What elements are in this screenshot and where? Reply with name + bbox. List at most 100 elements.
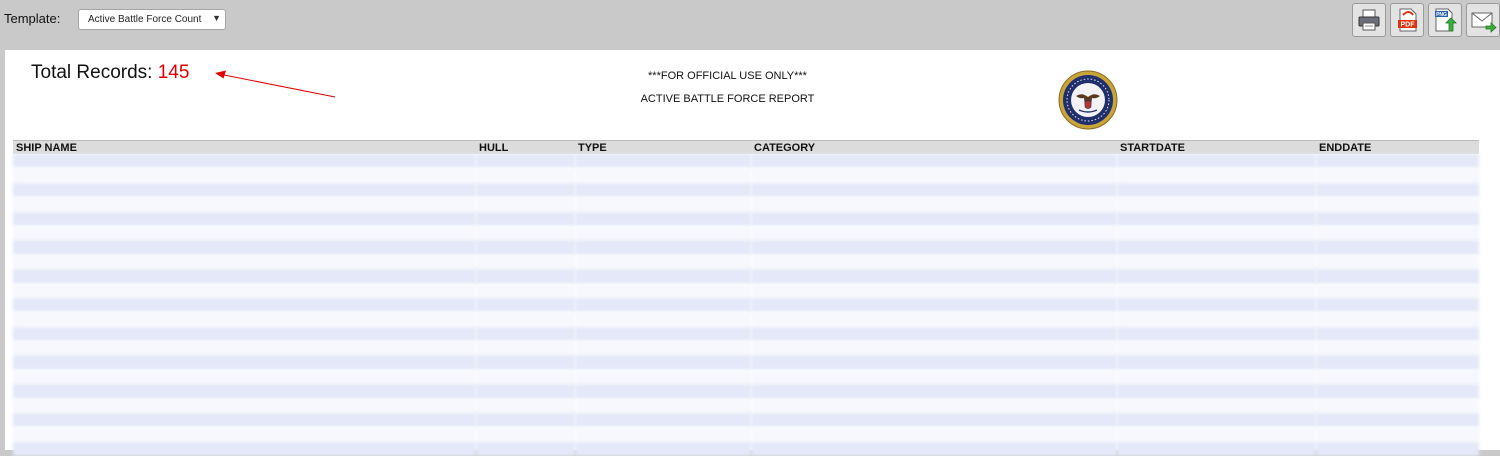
classification-banner: ***FOR OFFICIAL USE ONLY*** xyxy=(648,70,807,82)
template-select[interactable]: Active Battle Force Count ▼ xyxy=(78,9,226,30)
table-cell xyxy=(476,254,575,270)
table-cell xyxy=(1316,168,1479,183)
column-header-type[interactable]: TYPE xyxy=(575,140,751,154)
export-pdf-button[interactable]: PDF xyxy=(1390,3,1424,37)
table-row[interactable] xyxy=(13,384,1479,399)
table-cell xyxy=(1117,197,1316,212)
table-row[interactable] xyxy=(13,341,1479,356)
table-cell xyxy=(1316,384,1479,399)
table-cell xyxy=(751,197,1117,212)
print-button[interactable] xyxy=(1352,3,1386,37)
table-cell xyxy=(1316,197,1479,212)
table-cell xyxy=(1316,269,1479,284)
table-cell xyxy=(1117,326,1316,342)
table-cell xyxy=(575,225,751,241)
table-cell xyxy=(1316,413,1479,428)
table-row[interactable] xyxy=(13,254,1479,270)
column-header-hull[interactable]: HULL xyxy=(476,140,575,154)
table-cell xyxy=(1117,225,1316,241)
table-cell xyxy=(575,312,751,327)
email-button[interactable] xyxy=(1466,3,1500,37)
table-cell xyxy=(751,297,1117,313)
table-cell xyxy=(1316,312,1479,327)
table-cell xyxy=(13,182,476,198)
table-cell xyxy=(476,297,575,313)
table-row[interactable] xyxy=(13,211,1479,226)
table-cell xyxy=(1117,413,1316,428)
table-cell xyxy=(751,326,1117,342)
table-cell xyxy=(476,168,575,183)
table-row[interactable] xyxy=(13,427,1479,442)
table-cell xyxy=(1316,182,1479,198)
table-cell xyxy=(751,211,1117,226)
table-cell xyxy=(476,441,575,456)
table-cell xyxy=(13,413,476,428)
table-cell xyxy=(13,283,476,298)
column-header-category[interactable]: CATEGORY xyxy=(751,140,1117,154)
pdf-icon-text: PDF xyxy=(1401,22,1416,29)
table-cell xyxy=(1117,269,1316,284)
table-cell xyxy=(13,240,476,255)
table-cell xyxy=(13,154,476,169)
table-row[interactable] xyxy=(13,398,1479,414)
table-row[interactable] xyxy=(13,413,1479,428)
table-cell xyxy=(751,283,1117,298)
envelope-icon xyxy=(1471,12,1497,33)
table-cell xyxy=(751,240,1117,255)
column-header-startdate[interactable]: STARTDATE xyxy=(1117,140,1316,154)
table-cell xyxy=(575,269,751,284)
table-row[interactable] xyxy=(13,182,1479,198)
table-cell xyxy=(1316,441,1479,456)
table-cell xyxy=(13,441,476,456)
column-header-enddate[interactable]: ENDDATE xyxy=(1316,140,1479,154)
table-cell xyxy=(575,182,751,198)
table-body xyxy=(13,154,1479,456)
table-row[interactable] xyxy=(13,355,1479,370)
table-cell xyxy=(476,154,575,169)
table-cell xyxy=(751,154,1117,169)
template-label: Template: xyxy=(4,11,61,26)
table-cell xyxy=(575,369,751,385)
table-cell xyxy=(1316,355,1479,370)
table-row[interactable] xyxy=(13,312,1479,327)
table-row[interactable] xyxy=(13,441,1479,456)
table-row[interactable] xyxy=(13,297,1479,313)
table-cell xyxy=(476,398,575,414)
table-row[interactable] xyxy=(13,369,1479,385)
table-cell xyxy=(575,355,751,370)
table-cell xyxy=(575,297,751,313)
table-cell xyxy=(1316,297,1479,313)
table-row[interactable] xyxy=(13,283,1479,298)
table-row[interactable] xyxy=(13,225,1479,241)
table-row[interactable] xyxy=(13,197,1479,212)
export-png-button[interactable]: PNG xyxy=(1428,3,1462,37)
table-cell xyxy=(476,355,575,370)
chevron-down-icon: ▼ xyxy=(212,13,221,23)
navy-seal-icon xyxy=(1058,70,1118,130)
table-cell xyxy=(13,427,476,442)
table-row[interactable] xyxy=(13,154,1479,169)
table-cell xyxy=(575,254,751,270)
column-header-ship-name[interactable]: SHIP NAME xyxy=(13,140,476,154)
template-select-value: Active Battle Force Count xyxy=(88,14,202,25)
table-cell xyxy=(1316,326,1479,342)
table-cell xyxy=(575,240,751,255)
table-cell xyxy=(13,355,476,370)
table-cell xyxy=(751,384,1117,399)
table-cell xyxy=(13,398,476,414)
table-row[interactable] xyxy=(13,168,1479,183)
table-cell xyxy=(1316,225,1479,241)
table-row[interactable] xyxy=(13,326,1479,342)
table-cell xyxy=(13,211,476,226)
table-cell xyxy=(1117,168,1316,183)
table-cell xyxy=(575,211,751,226)
table-cell xyxy=(751,225,1117,241)
table-cell xyxy=(1316,369,1479,385)
table-cell xyxy=(476,283,575,298)
table-row[interactable] xyxy=(13,240,1479,255)
table-row[interactable] xyxy=(13,269,1479,284)
table-cell xyxy=(1117,254,1316,270)
table-cell xyxy=(575,283,751,298)
table-cell xyxy=(1316,283,1479,298)
pdf-icon: PDF xyxy=(1398,8,1417,32)
